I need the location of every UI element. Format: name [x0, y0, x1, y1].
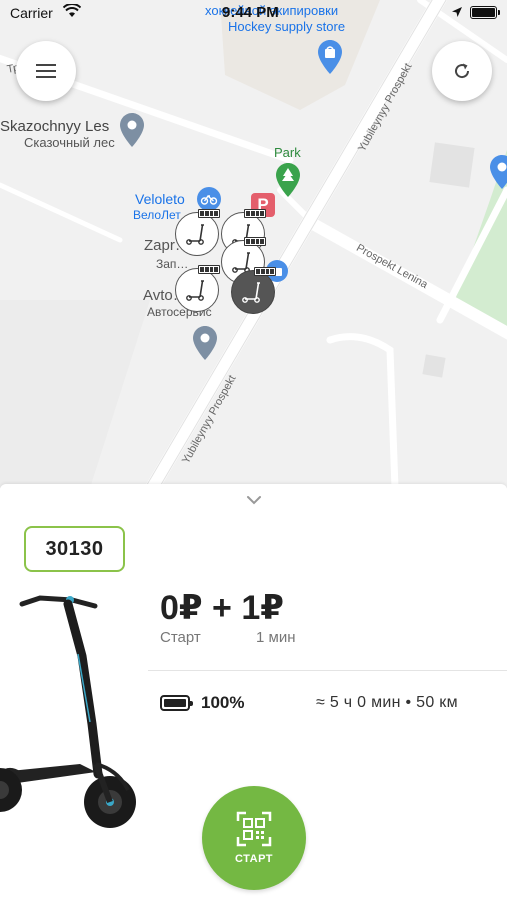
- scooter-marker[interactable]: [175, 209, 220, 256]
- shopping-bag-pin-icon[interactable]: [318, 40, 342, 79]
- marker-battery-icon: [244, 209, 266, 218]
- range-estimate: ≈ 5 ч 0 мин • 50 км: [316, 694, 458, 711]
- park-pin-icon[interactable]: [276, 163, 300, 202]
- battery-icon: [470, 6, 500, 19]
- scooter-icon: [186, 280, 204, 301]
- scooter-id-badge: 30130: [24, 526, 125, 572]
- start-fee-caption: Старт: [160, 629, 201, 646]
- refresh-button[interactable]: [432, 41, 492, 101]
- scooter-image: [0, 595, 136, 828]
- scooter-battery-icon: [160, 695, 193, 711]
- qr-scan-icon: [236, 811, 272, 847]
- status-bar: Carrier 9:44 PM: [0, 0, 507, 26]
- refresh-icon: [455, 63, 470, 79]
- map-view[interactable]: хоккейной экипировки Hockey supply store…: [0, 0, 507, 488]
- service-pin-icon[interactable]: [193, 326, 217, 365]
- marker-battery-icon: [244, 237, 266, 246]
- map-label-zapr-ru: Зап…: [156, 257, 189, 271]
- price-label: 0₽ + 1₽: [160, 589, 284, 627]
- wifi-icon: [63, 4, 81, 17]
- battery-percent: 100%: [201, 693, 245, 712]
- scooter-marker[interactable]: [175, 265, 220, 312]
- per-minute-caption: 1 мин: [256, 629, 296, 646]
- hamburger-icon: [36, 64, 56, 78]
- scooter-marker-selected[interactable]: [231, 267, 276, 314]
- divider: [148, 670, 507, 671]
- map-label-skazochnyy-ru: Сказочный лес: [24, 135, 115, 150]
- marker-battery-icon: [198, 209, 220, 218]
- scooter-detail-sheet: 30130 0₽ + 1₽ Старт 1 мин 100% ≈ 5 ч 0 м…: [0, 484, 507, 900]
- clock: 9:44 PM: [222, 4, 279, 21]
- edge-pin-icon[interactable]: [490, 155, 507, 194]
- start-button-label: СТАРТ: [234, 853, 274, 865]
- scooter-icon: [186, 224, 204, 245]
- map-label-park: Park: [274, 145, 301, 160]
- scooter-icon: [242, 282, 260, 303]
- place-pin-icon[interactable]: [120, 113, 144, 152]
- chevron-down-icon[interactable]: [244, 492, 264, 508]
- carrier-label: Carrier: [10, 5, 53, 21]
- map-label-veloleto-en: Veloleto: [135, 191, 185, 207]
- location-arrow-icon: [452, 7, 462, 17]
- marker-battery-icon: [198, 265, 220, 274]
- marker-battery-icon: [254, 267, 276, 276]
- menu-button[interactable]: [16, 41, 76, 101]
- map-label-skazochnyy-en: Skazochnyy Les: [0, 118, 110, 135]
- start-button[interactable]: СТАРТ: [202, 786, 306, 890]
